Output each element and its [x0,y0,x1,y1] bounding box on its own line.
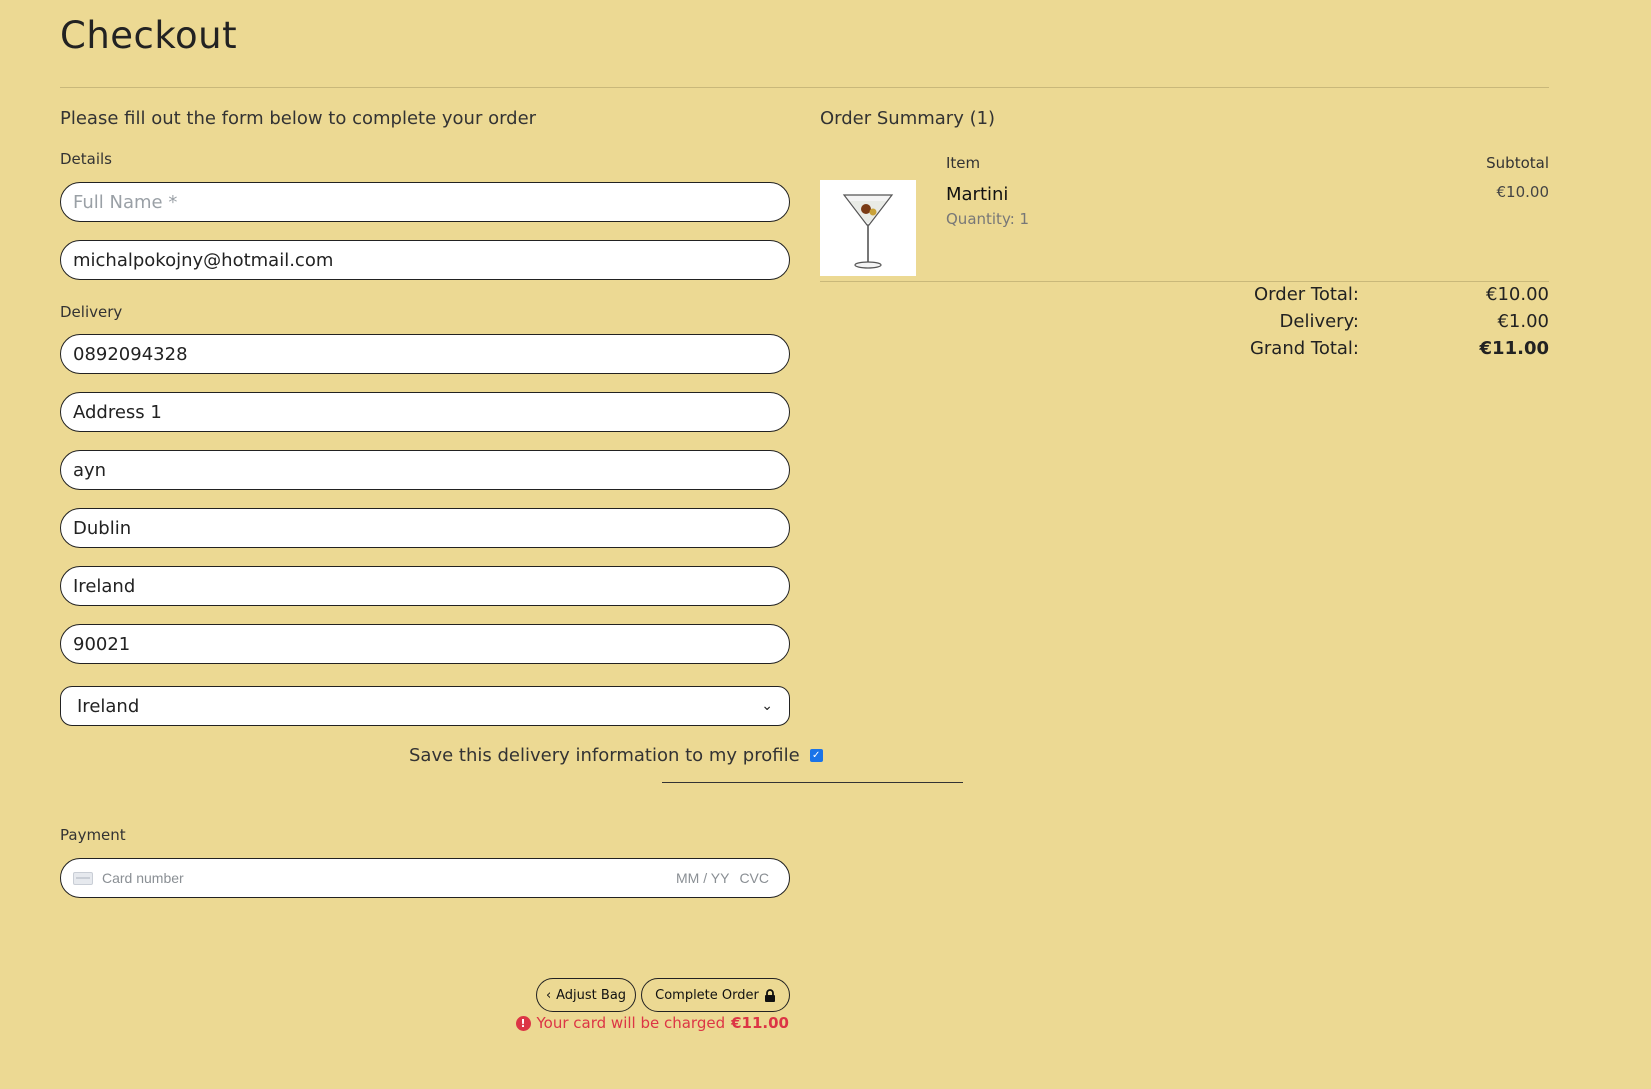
delivery-cost-label: Delivery: [1279,311,1359,332]
grand-total-value: €11.00 [1479,338,1549,359]
credit-card-icon [73,871,93,885]
order-summary-title: Order Summary (1) [820,108,996,129]
phone-field[interactable] [60,334,790,374]
country-select[interactable]: Ireland ⌄ [60,686,790,726]
page-title: Checkout [60,14,238,57]
address2-field[interactable] [60,450,790,490]
address1-field[interactable] [60,392,790,432]
product-quantity: Quantity: 1 [946,210,1030,228]
summary-divider [820,281,1549,282]
grand-total-label: Grand Total: [1249,338,1359,359]
charge-notice: ! Your card will be charged €11.00 [515,1014,789,1032]
card-number-placeholder: Card number [102,870,184,886]
town-field[interactable] [60,508,790,548]
delivery-cost-value: €1.00 [1497,311,1549,332]
card-input[interactable]: Card number MM / YY CVC [60,858,790,898]
adjust-bag-label: Adjust Bag [556,987,627,1003]
adjust-bag-button[interactable]: ‹ Adjust Bag [536,978,636,1012]
alert-icon: ! [515,1015,531,1031]
details-label: Details [60,150,113,168]
payment-label: Payment [60,826,126,844]
save-info-label: Save this delivery information to my pro… [409,745,800,766]
save-divider [662,782,963,783]
complete-order-label: Complete Order [655,987,759,1003]
save-info-row: Save this delivery information to my pro… [409,745,823,766]
full-name-field[interactable] [60,182,790,222]
postcode-field[interactable] [60,624,790,664]
chevron-down-icon: ⌄ [761,698,773,714]
charge-text: Your card will be charged [536,1014,726,1032]
title-divider [60,87,1549,88]
product-subtotal: €10.00 [1496,183,1550,201]
form-intro: Please fill out the form below to comple… [60,108,537,129]
county-field[interactable] [60,566,790,606]
lock-icon [764,988,775,1002]
order-total-label: Order Total: [1254,284,1359,305]
country-selected-value: Ireland [77,695,140,717]
product-name: Martini [946,184,1009,205]
email-field[interactable] [60,240,790,280]
complete-order-button[interactable]: Complete Order [641,978,790,1012]
chevron-left-icon: ‹ [545,987,552,1003]
martini-glass-icon [842,194,894,269]
card-cvc-placeholder: CVC [739,870,769,886]
charge-amount: €11.00 [731,1014,789,1032]
martini-product-image [820,180,916,276]
item-column-header: Item [946,154,981,172]
delivery-label: Delivery [60,303,123,321]
save-info-checkbox[interactable]: ✓ [809,749,823,762]
subtotal-column-header: Subtotal [1486,154,1549,172]
card-expiry-placeholder: MM / YY [676,870,730,886]
order-total-value: €10.00 [1486,284,1549,305]
